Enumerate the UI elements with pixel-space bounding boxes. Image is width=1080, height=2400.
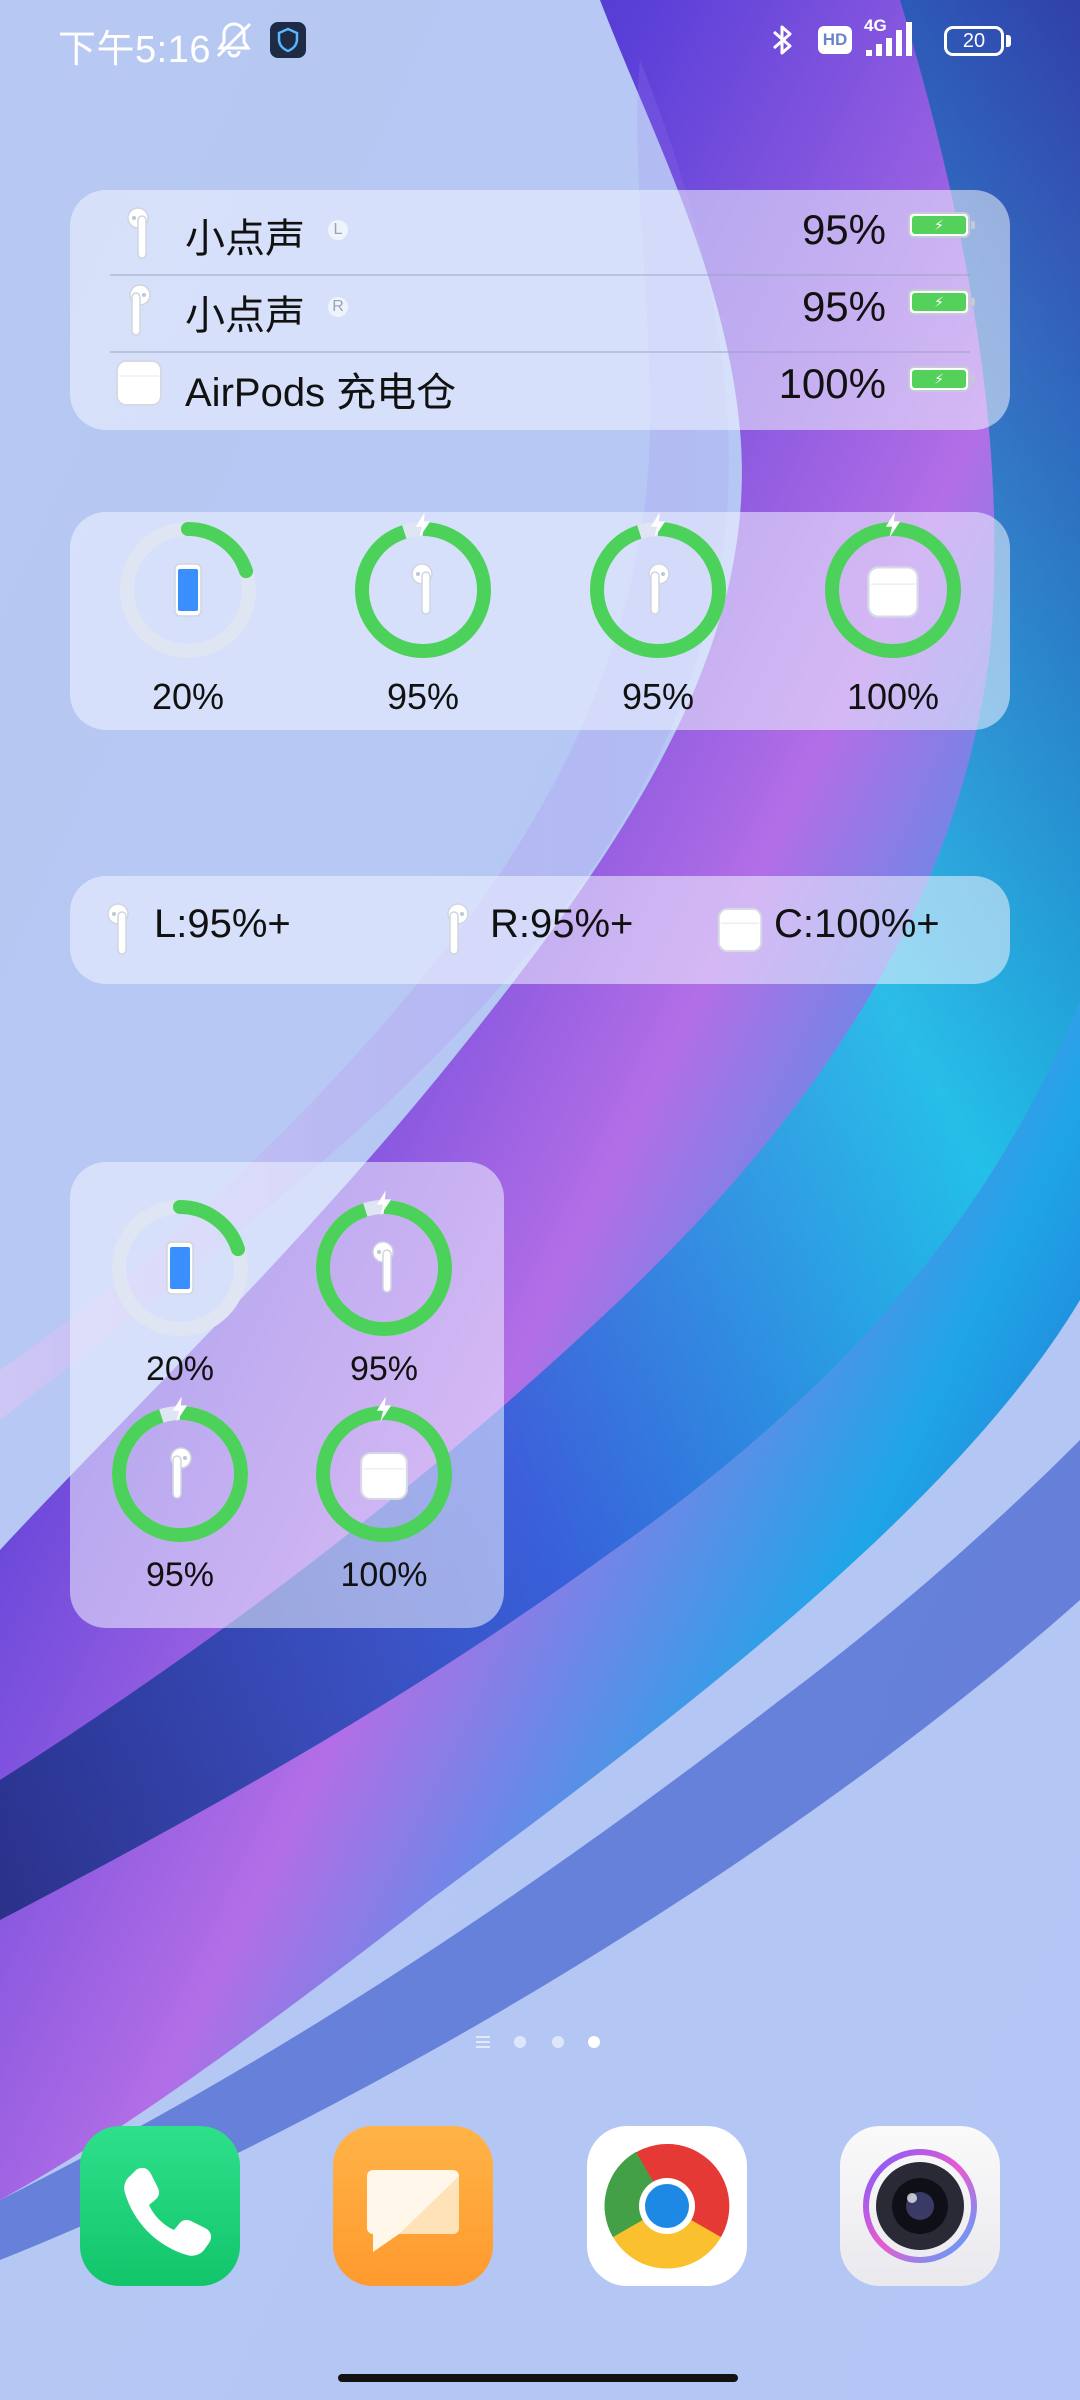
left-airpod-icon (369, 1240, 399, 1296)
camera-app-icon[interactable] (840, 2126, 1000, 2286)
list-row-right-airpod: 小点声 R 95% ⚡ (70, 267, 1010, 343)
row-percent: 95% (801, 283, 886, 330)
row-name: 小点声 (185, 217, 305, 261)
right-airpod-icon (165, 1446, 195, 1502)
right-airpod-icon (643, 562, 673, 618)
ring-item-right-airpod: 95% (100, 1368, 260, 1594)
charging-bolt-icon (649, 512, 667, 538)
ring-percent: 95% (145, 1556, 215, 1594)
ring-percent: 95% (386, 676, 460, 717)
shield-app-icon (270, 22, 306, 58)
charging-case-icon (358, 1450, 410, 1502)
hd-icon: HD (818, 26, 852, 54)
ring-item-right-airpod: 95% (578, 512, 738, 730)
ring-item-case: 100% (813, 512, 973, 730)
row-percent: 100% (778, 360, 886, 407)
phone-icon (173, 562, 203, 618)
battery-nub (1006, 35, 1011, 47)
inline-left: L:95%+ (154, 902, 291, 946)
battery-ring-widget-grid[interactable]: 20% 95% 95% 100% (70, 1162, 504, 1628)
page-indicator[interactable] (476, 2032, 606, 2052)
ring-percent: 100% (846, 676, 940, 717)
row-badge: R (328, 297, 348, 317)
left-airpod-icon (104, 902, 134, 958)
right-airpod-icon (124, 283, 154, 339)
charging-bolt-icon (884, 512, 902, 538)
battery-full-icon: ⚡ (908, 289, 975, 315)
inline-case: C:100%+ (774, 902, 940, 946)
battery-list-widget[interactable]: 小点声 L 95% ⚡ 小点声 R 95% ⚡ AirPods 充电仓 100%… (70, 190, 1010, 430)
page-dot[interactable] (514, 2036, 526, 2048)
phone-icon (165, 1240, 195, 1296)
ring-item-phone: 20% (108, 512, 268, 730)
right-airpod-icon (442, 902, 472, 958)
list-page-icon (476, 2036, 490, 2048)
charging-case-icon (114, 358, 164, 408)
ring-percent: 20% (151, 676, 225, 717)
ring-item-phone: 20% (100, 1162, 260, 1388)
home-indicator[interactable] (338, 2374, 738, 2382)
charging-case-icon (716, 906, 764, 954)
signal-icon (866, 22, 912, 56)
phone-app-icon[interactable] (80, 2126, 240, 2286)
charging-bolt-icon (375, 1190, 393, 1216)
battery-inline-widget[interactable]: L:95%+ R:95%+ C:100%+ (70, 876, 1010, 984)
charging-bolt-icon (414, 512, 432, 538)
row-percent: 95% (801, 206, 886, 253)
ring-percent: 95% (621, 676, 695, 717)
left-airpod-icon (124, 206, 154, 262)
ring-item-left-airpod: 95% (343, 512, 503, 730)
page-dot[interactable] (552, 2036, 564, 2048)
charging-bolt-icon (375, 1396, 393, 1422)
inline-right: R:95%+ (490, 902, 634, 946)
charging-bolt-icon (171, 1396, 189, 1422)
messages-app-icon[interactable] (333, 2126, 493, 2286)
row-badge: L (328, 220, 348, 240)
battery-full-icon: ⚡ (908, 212, 975, 238)
battery-full-icon: ⚡ (908, 366, 975, 392)
ring-item-case: 100% (304, 1368, 464, 1594)
list-row-case: AirPods 充电仓 100% ⚡ (70, 344, 1010, 420)
status-time: 下午5:16 (58, 29, 211, 71)
battery-ring-widget-wide[interactable]: 20% 95% 95% 100% (70, 512, 1010, 730)
chrome-app-icon[interactable] (587, 2126, 747, 2286)
page-dot-active[interactable] (588, 2036, 600, 2048)
bluetooth-icon (773, 25, 792, 55)
bell-muted-icon (216, 22, 252, 58)
list-row-left-airpod: 小点声 L 95% ⚡ (70, 190, 1010, 266)
charging-case-icon (865, 564, 921, 620)
status-bar: 下午5:16 HD 4G 20 (0, 0, 1080, 80)
left-airpod-icon (408, 562, 438, 618)
row-name: AirPods 充电仓 (185, 371, 457, 415)
battery-icon: 20 (944, 26, 1004, 56)
ring-item-left-airpod: 95% (304, 1162, 464, 1388)
ring-percent: 100% (340, 1556, 428, 1594)
row-name: 小点声 (185, 294, 305, 338)
